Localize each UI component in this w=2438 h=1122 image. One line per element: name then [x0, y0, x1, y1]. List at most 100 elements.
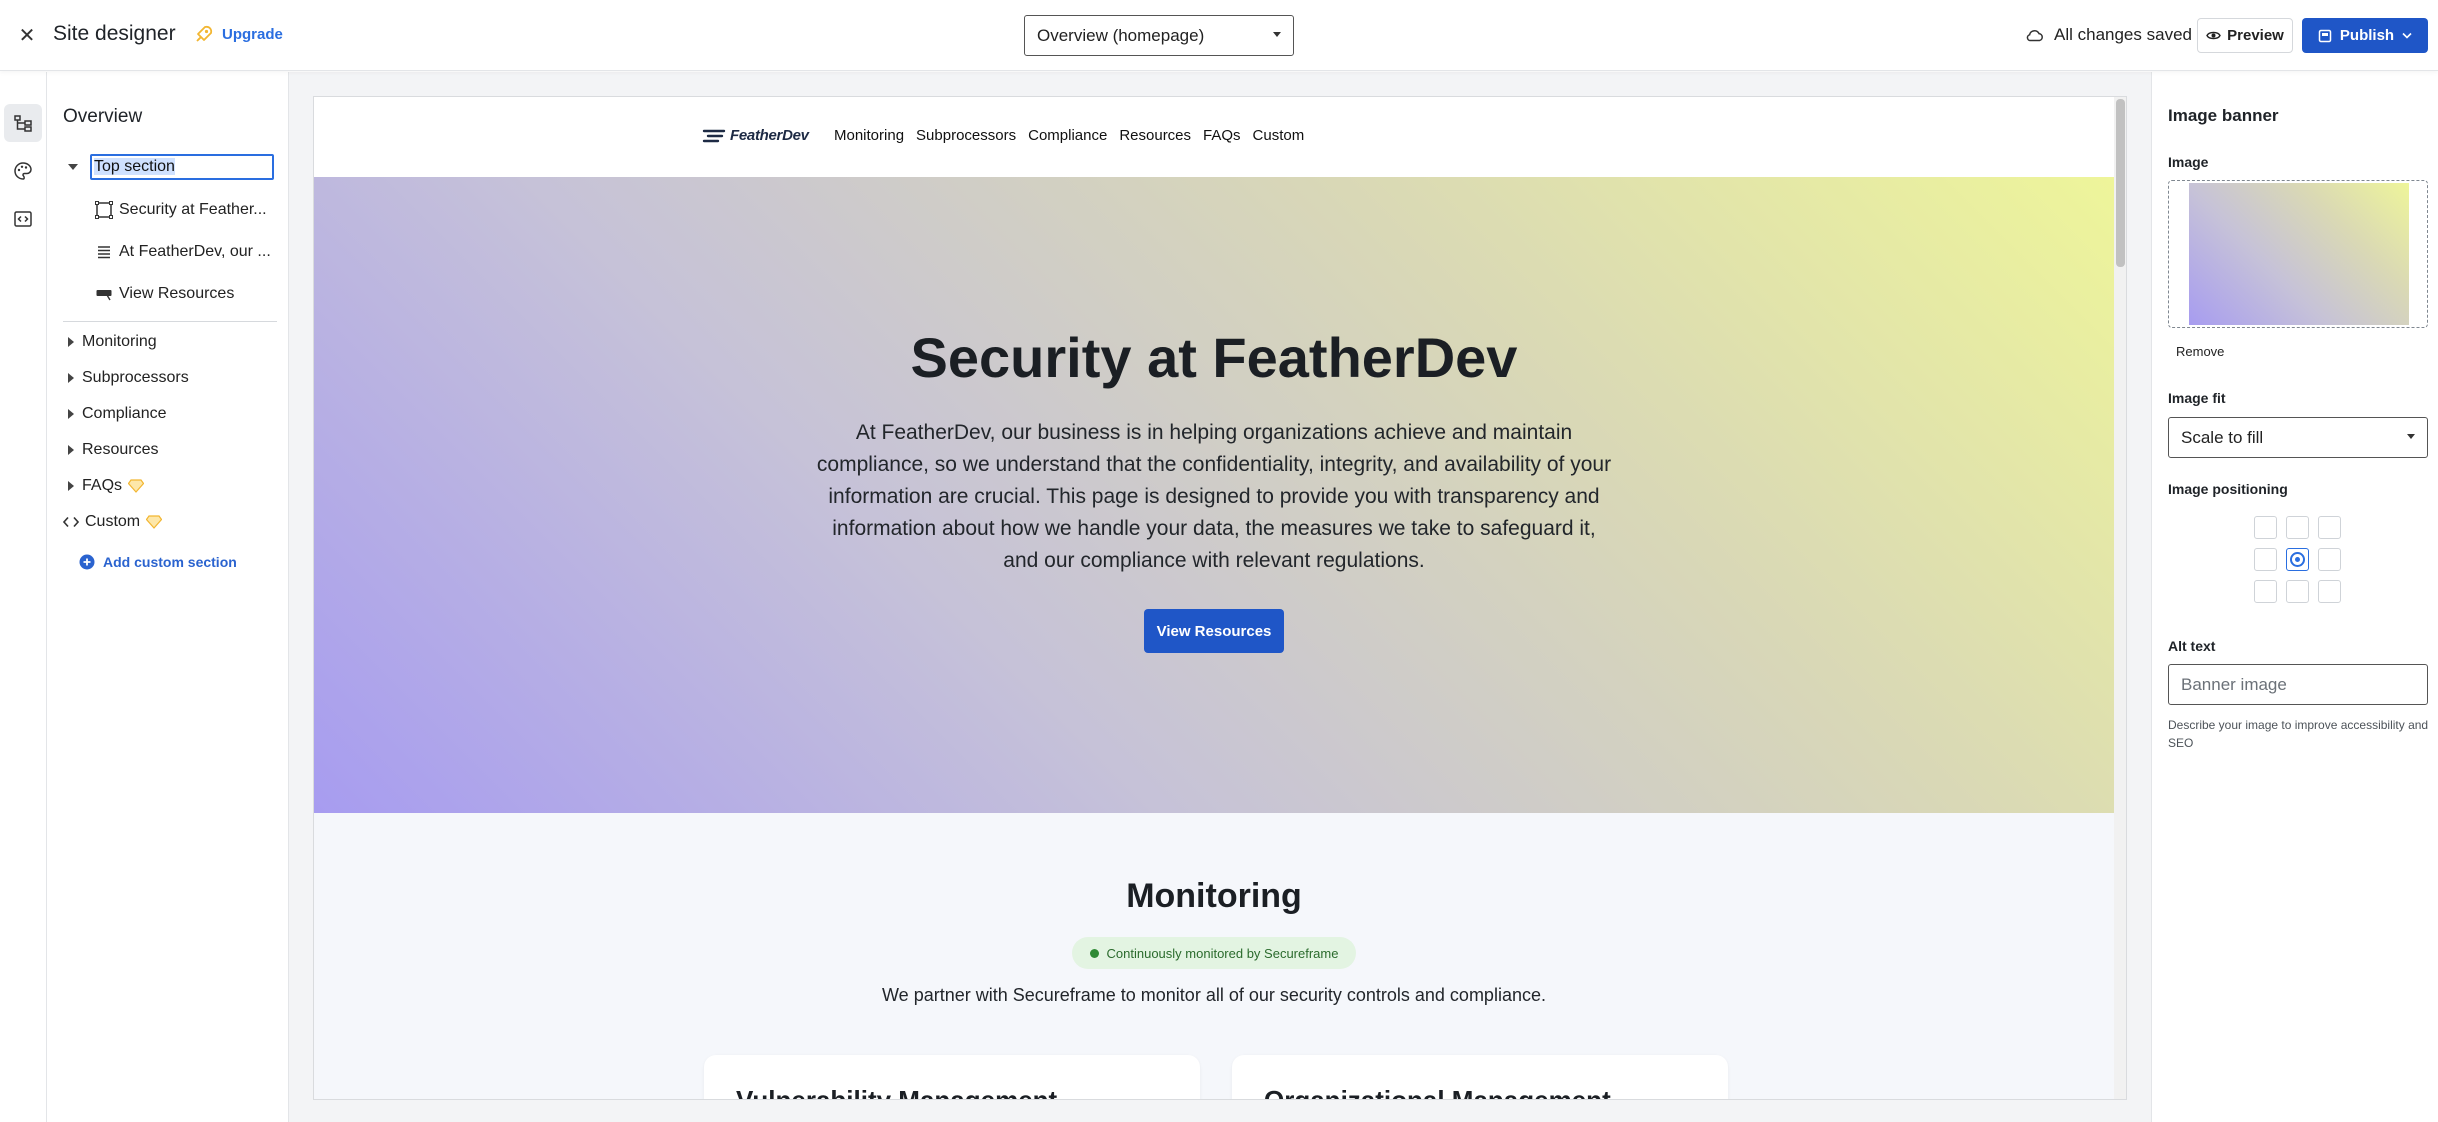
image-fit-select[interactable]: Scale to fill [2168, 417, 2428, 458]
tree-item-compliance[interactable]: Compliance [63, 398, 166, 430]
position-center[interactable] [2286, 548, 2309, 571]
eye-icon [2206, 31, 2221, 40]
caret-right-icon[interactable] [68, 445, 74, 455]
hero-body[interactable]: At FeatherDev, our business is in helpin… [814, 417, 1614, 577]
tree-item-resources[interactable]: Resources [63, 434, 158, 466]
tree-divider [63, 321, 277, 322]
premium-gem-icon [146, 515, 163, 529]
monitoring-badge: Continuously monitored by Secureframe [1072, 937, 1356, 969]
caret-right-icon[interactable] [68, 481, 74, 491]
site-nav-subprocessors[interactable]: Subprocessors [916, 127, 1016, 144]
publish-button[interactable]: Publish [2302, 18, 2428, 53]
position-bottom-center[interactable] [2286, 580, 2309, 603]
text-lines-icon [98, 246, 110, 259]
site-nav-faqs[interactable]: FAQs [1203, 127, 1241, 144]
add-custom-section-button[interactable]: Add custom section [79, 554, 237, 570]
position-top-right[interactable] [2318, 516, 2341, 539]
caret-right-icon[interactable] [68, 337, 74, 347]
chevron-down-icon [2402, 32, 2412, 39]
tree-child-image-banner[interactable]: Security at Feather... [95, 196, 275, 224]
button-icon [96, 290, 112, 301]
rail-structure-button[interactable] [4, 104, 42, 142]
palette-icon [14, 162, 32, 180]
image-positioning-label: Image positioning [2168, 481, 2288, 497]
site-nav-compliance[interactable]: Compliance [1028, 127, 1107, 144]
monitoring-description: We partner with Secureframe to monitor a… [882, 985, 1546, 1005]
card-organizational-management[interactable]: Organizational Management [1232, 1055, 1728, 1100]
position-top-center[interactable] [2286, 516, 2309, 539]
hero-image-banner[interactable]: Security at FeatherDev At FeatherDev, ou… [314, 177, 2114, 813]
rocket-icon [196, 25, 213, 42]
position-top-left[interactable] [2254, 516, 2277, 539]
site-brand-name: FeatherDev [730, 127, 809, 144]
site-nav: FeatherDev Monitoring Subprocessors Comp… [314, 97, 2114, 177]
position-bottom-right[interactable] [2318, 580, 2341, 603]
tree-item-faqs[interactable]: FAQs [63, 470, 145, 502]
code-icon [63, 516, 79, 528]
image-dropzone[interactable] [2168, 180, 2428, 328]
site-nav-custom[interactable]: Custom [1253, 127, 1305, 144]
rail-code-button[interactable] [4, 200, 42, 238]
preview-button[interactable]: Preview [2197, 18, 2293, 53]
left-icon-rail [0, 72, 47, 1122]
image-fit-value: Scale to fill [2181, 427, 2264, 447]
hero-title[interactable]: Security at FeatherDev [314, 325, 2114, 390]
tree-item-custom[interactable]: Custom [63, 506, 163, 538]
image-label: Image [2168, 154, 2209, 170]
tree-child-text[interactable]: At FeatherDev, our ... [95, 238, 275, 266]
tree-item-label: Resources [82, 441, 159, 458]
remove-image-button[interactable]: Remove [2176, 344, 2224, 359]
code-embed-icon [14, 211, 32, 227]
position-middle-left[interactable] [2254, 548, 2277, 571]
tree-item-label: FAQs [82, 477, 123, 494]
status-dot-icon [1089, 948, 1099, 958]
position-bottom-left[interactable] [2254, 580, 2277, 603]
plus-circle-icon [79, 554, 95, 570]
preview-scrollbar[interactable] [2114, 97, 2126, 1099]
publish-label: Publish [2339, 27, 2395, 44]
site-nav-resources[interactable]: Resources [1119, 127, 1191, 144]
caret-down-icon[interactable] [68, 164, 78, 170]
caret-down-icon [1273, 32, 1281, 37]
site-nav-monitoring[interactable]: Monitoring [834, 127, 904, 144]
tree-item-label: Custom [85, 513, 141, 530]
card-vulnerability-management[interactable]: Vulnerability Management [704, 1055, 1200, 1100]
hero-view-resources-button[interactable]: View Resources [1144, 609, 1284, 653]
top-section-name-input[interactable]: Top section [90, 154, 274, 180]
page-selector[interactable]: Overview (homepage) [1024, 15, 1294, 56]
caret-right-icon[interactable] [68, 373, 74, 383]
monitoring-section[interactable]: Monitoring Continuously monitored by Sec… [314, 813, 2114, 1100]
tree-title: Overview [63, 106, 143, 127]
tree-item-top-section[interactable] [63, 151, 86, 183]
card-title: Vulnerability Management [736, 1085, 1058, 1100]
top-section-name: Top section [94, 158, 175, 175]
position-middle-right[interactable] [2318, 548, 2341, 571]
tree-child-button[interactable]: View Resources [95, 280, 275, 308]
upgrade-link[interactable]: Upgrade [194, 24, 283, 44]
scrollbar-thumb[interactable] [2116, 99, 2125, 267]
tree-item-label: Subprocessors [82, 369, 189, 386]
card-title: Organizational Management [1264, 1085, 1611, 1100]
rail-theme-button[interactable] [4, 152, 42, 190]
cloud-icon [2026, 30, 2043, 42]
save-status-text: All changes saved [2054, 25, 2192, 44]
close-icon[interactable]: ✕ [14, 22, 40, 48]
caret-right-icon[interactable] [68, 409, 74, 419]
banner-image-thumbnail [2189, 183, 2409, 325]
top-bar: ✕ Site designer Upgrade Overview (homepa… [0, 0, 2438, 71]
upgrade-label: Upgrade [222, 25, 283, 43]
tree-item-monitoring[interactable]: Monitoring [63, 326, 157, 358]
structure-icon [14, 115, 32, 132]
alt-text-input[interactable] [2168, 664, 2428, 705]
tree-item-subprocessors[interactable]: Subprocessors [63, 362, 189, 394]
page-selector-value: Overview (homepage) [1037, 25, 1205, 45]
site-brand[interactable]: FeatherDev [702, 127, 809, 144]
tree-child-label: View Resources [119, 285, 235, 302]
alt-text-help: Describe your image to improve accessibi… [2168, 718, 2429, 750]
add-custom-label: Add custom section [103, 554, 237, 570]
monitoring-title: Monitoring [1126, 877, 1302, 915]
preview-label: Preview [2227, 27, 2284, 44]
caret-down-icon [2407, 434, 2415, 439]
page-preview-frame: FeatherDev Monitoring Subprocessors Comp… [313, 96, 2127, 1100]
alt-text-label: Alt text [2168, 638, 2216, 654]
